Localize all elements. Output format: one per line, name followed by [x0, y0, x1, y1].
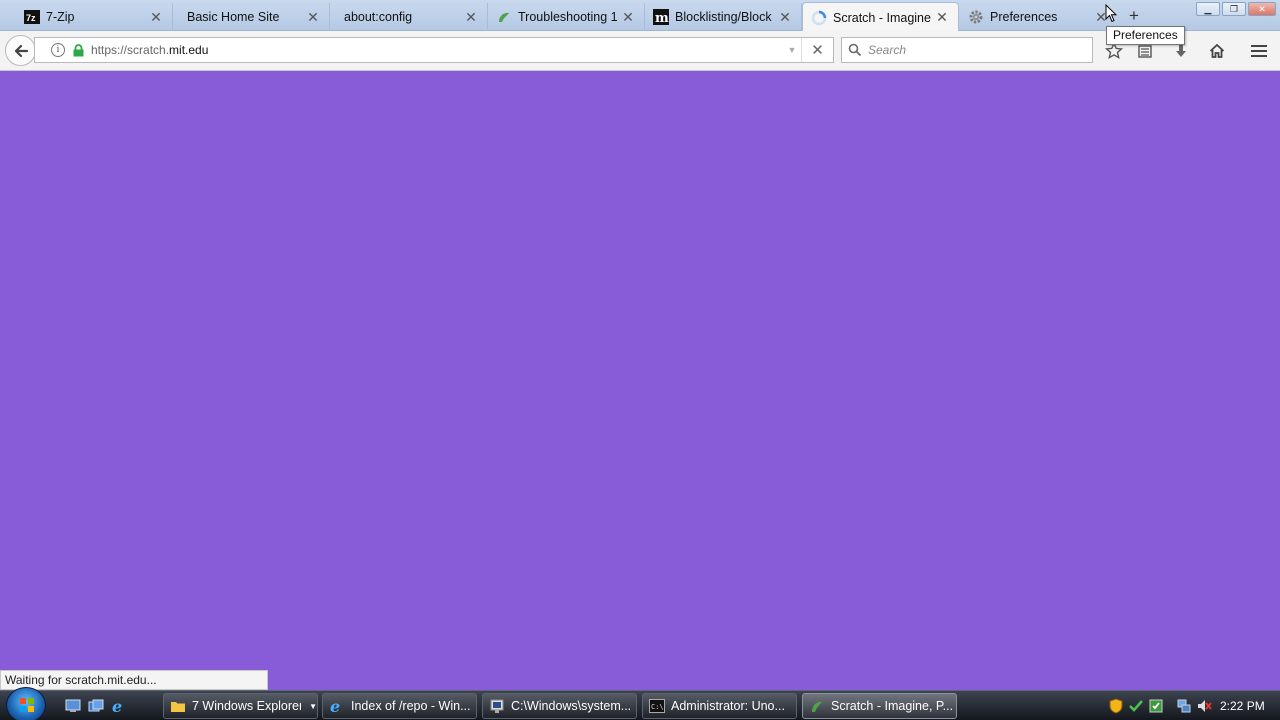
- tab-7zip[interactable]: 7z 7-Zip ✕: [10, 3, 173, 31]
- url-domain: mit.edu: [169, 43, 209, 57]
- windows-taskbar: e 7 Windows Explorer ▼ e Index of /repo …: [0, 687, 1280, 720]
- tab-troubleshooting[interactable]: Troubleshooting 1 ✕: [488, 3, 645, 31]
- url-text[interactable]: https://scratch.mit.edu: [91, 43, 783, 57]
- stop-button[interactable]: ✕: [801, 38, 833, 62]
- menu-hamburger-icon[interactable]: [1248, 40, 1270, 62]
- mouse-cursor-icon: [1105, 3, 1118, 26]
- taskbar-item-index-repo[interactable]: e Index of /repo - Win...: [322, 693, 477, 719]
- page-content: [0, 72, 1280, 690]
- start-button[interactable]: [6, 687, 46, 720]
- tab-about-config[interactable]: about:config ✕: [330, 3, 488, 31]
- check-icon[interactable]: [1128, 698, 1144, 714]
- taskbar-item-label: Administrator: Uno...: [671, 699, 785, 713]
- tab-close-icon[interactable]: ✕: [775, 9, 795, 26]
- switch-windows-icon[interactable]: [87, 697, 105, 715]
- windows-logo-icon: [20, 698, 34, 712]
- navigation-toolbar: i https://scratch.mit.edu ▼ ✕ Search: [0, 31, 1280, 71]
- search-placeholder: Search: [868, 43, 907, 57]
- preferences-tooltip: Preferences: [1106, 26, 1185, 45]
- update-icon[interactable]: [1148, 698, 1164, 714]
- tab-label: Basic Home Site: [187, 10, 280, 24]
- internet-explorer-icon[interactable]: e: [110, 697, 128, 715]
- security-shield-icon[interactable]: [1108, 698, 1124, 714]
- url-dropdown-icon[interactable]: ▼: [783, 45, 801, 55]
- home-icon[interactable]: [1206, 40, 1228, 62]
- tab-strip: 7z 7-Zip ✕ Basic Home Site ✕ about:confi…: [0, 0, 1280, 32]
- tab-scratch[interactable]: Scratch - Imagine, ✕: [802, 2, 959, 32]
- tab-blocklisting[interactable]: m Blocklisting/Block ✕: [645, 3, 802, 31]
- tab-label: Blocklisting/Block: [675, 10, 772, 24]
- tab-close-icon[interactable]: ✕: [303, 9, 323, 26]
- svg-text:e: e: [112, 698, 122, 714]
- show-desktop-icon[interactable]: [64, 697, 82, 715]
- taskbar-item-windows-explorer[interactable]: 7 Windows Explorer ▼: [163, 693, 318, 719]
- scratch-icon: [809, 698, 825, 714]
- m-logo-icon: m: [653, 9, 669, 25]
- tab-label: 7-Zip: [46, 10, 75, 24]
- taskbar-item-scratch[interactable]: Scratch - Imagine, P...: [802, 693, 957, 719]
- cmd-icon: C:\: [649, 698, 665, 714]
- taskbar-item-administrator[interactable]: C:\ Administrator: Uno...: [642, 693, 797, 719]
- svg-text:e: e: [330, 698, 340, 714]
- tab-label: Troubleshooting 1: [518, 10, 618, 24]
- tab-close-icon[interactable]: ✕: [618, 9, 638, 26]
- volume-muted-icon[interactable]: [1196, 698, 1212, 714]
- search-bar[interactable]: Search: [841, 37, 1093, 63]
- back-arrow-icon: [14, 44, 28, 57]
- scratch-cat-icon: [496, 9, 512, 25]
- network-icon[interactable]: [1176, 698, 1192, 714]
- close-window-button[interactable]: ✕: [1248, 2, 1276, 16]
- tab-basic-home-site[interactable]: Basic Home Site ✕: [173, 3, 330, 31]
- tab-preferences[interactable]: Preferences ✕: [960, 3, 1117, 31]
- 7zip-icon: 7z: [24, 9, 40, 25]
- restore-button[interactable]: ❐: [1222, 2, 1246, 16]
- new-tab-button[interactable]: +: [1124, 6, 1144, 26]
- tab-close-icon[interactable]: ✕: [932, 9, 952, 26]
- gear-icon: [968, 9, 984, 25]
- loading-spinner-icon: [811, 10, 827, 26]
- tab-close-icon[interactable]: ✕: [461, 9, 481, 26]
- tab-label: about:config: [344, 10, 413, 24]
- taskbar-item-label: Index of /repo - Win...: [351, 699, 471, 713]
- url-prefix: https://scratch.: [91, 43, 170, 57]
- svg-text:C:\: C:\: [651, 703, 664, 711]
- url-bar[interactable]: i https://scratch.mit.edu ▼ ✕: [34, 37, 834, 63]
- status-panel: Waiting for scratch.mit.edu...: [0, 670, 268, 690]
- taskbar-clock[interactable]: 2:22 PM: [1220, 699, 1265, 713]
- minimize-button[interactable]: ▁: [1196, 2, 1220, 16]
- chevron-down-icon: ▼: [309, 701, 317, 711]
- folder-icon: [170, 698, 186, 714]
- taskbar-item-label: 7 Windows Explorer: [192, 699, 302, 713]
- ie-icon: e: [329, 698, 345, 714]
- back-button[interactable]: [5, 35, 36, 66]
- svg-text:7z: 7z: [26, 13, 36, 23]
- tab-label: Scratch - Imagine,: [833, 10, 932, 25]
- lock-icon: [71, 43, 85, 57]
- search-icon: [848, 43, 864, 57]
- console-icon: [489, 698, 505, 714]
- taskbar-item-label: C:\Windows\system...: [511, 699, 632, 713]
- window-controls: ▁ ❐ ✕: [1196, 2, 1276, 16]
- svg-text:m: m: [655, 11, 669, 25]
- tab-label: Preferences: [990, 10, 1058, 24]
- site-info-icon[interactable]: i: [51, 43, 65, 57]
- tab-close-icon[interactable]: ✕: [146, 9, 166, 26]
- taskbar-item-system[interactable]: C:\Windows\system...: [482, 693, 637, 719]
- taskbar-item-label: Scratch - Imagine, P...: [831, 699, 954, 713]
